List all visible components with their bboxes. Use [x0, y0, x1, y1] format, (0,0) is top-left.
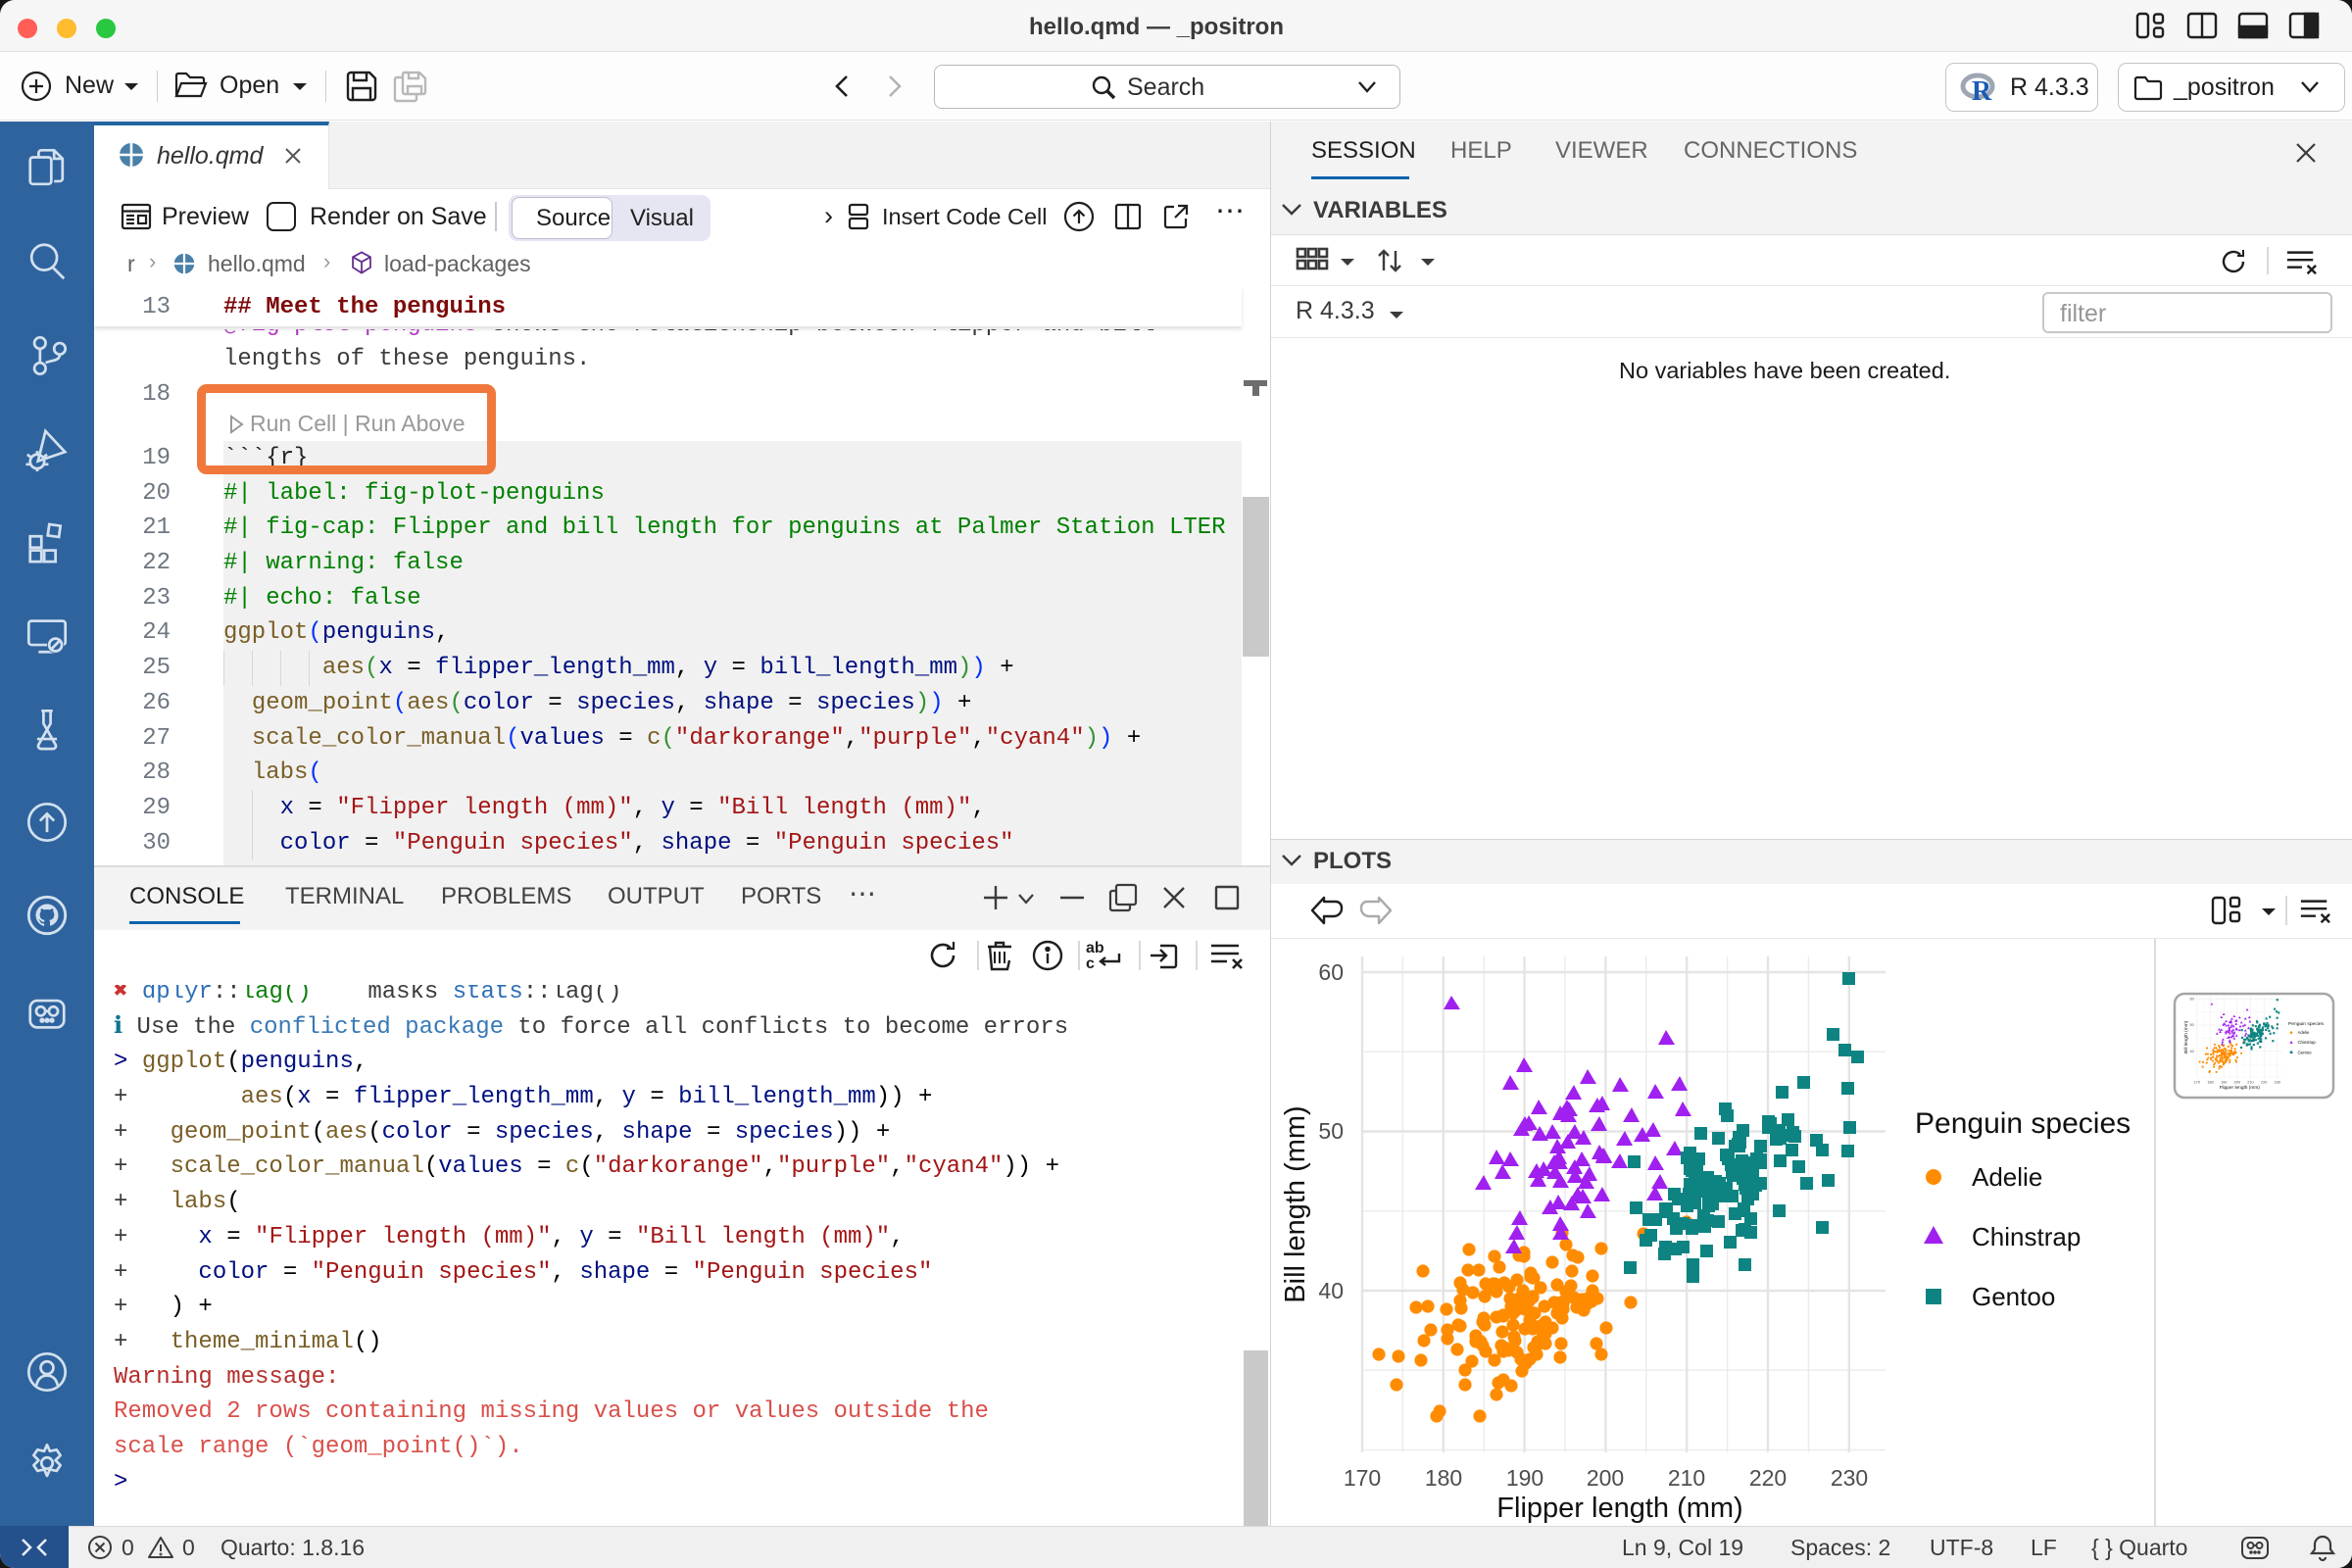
svg-text:50: 50	[1318, 1118, 1344, 1144]
svg-text:200: 200	[1587, 1465, 1624, 1491]
svg-text:220: 220	[1749, 1465, 1787, 1491]
svg-text:180: 180	[1425, 1465, 1462, 1491]
svg-text:210: 210	[1668, 1465, 1705, 1491]
svg-text:Penguin species: Penguin species	[1915, 1107, 2131, 1140]
svg-text:60: 60	[1318, 959, 1344, 985]
svg-text:170: 170	[1344, 1465, 1381, 1491]
svg-text:40: 40	[1318, 1278, 1344, 1303]
svg-text:Bill length (mm): Bill length (mm)	[1280, 1105, 1311, 1302]
svg-text:Flipper length (mm): Flipper length (mm)	[1496, 1493, 1742, 1524]
svg-text:Gentoo: Gentoo	[1972, 1282, 2055, 1311]
svg-text:230: 230	[1831, 1465, 1868, 1491]
svg-text:Adelie: Adelie	[1972, 1162, 2042, 1192]
svg-text:190: 190	[1506, 1465, 1544, 1491]
svg-text:Chinstrap: Chinstrap	[1972, 1222, 2081, 1251]
